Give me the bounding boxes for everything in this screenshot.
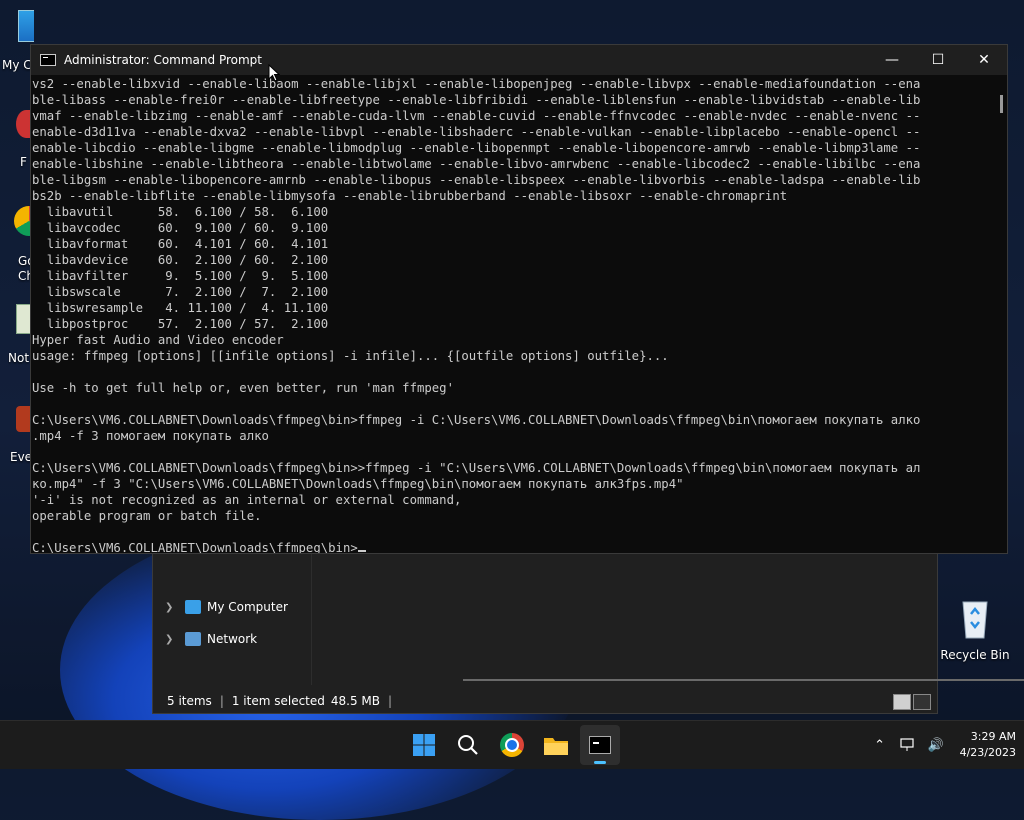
console-line: libpostproc 57. 2.100 / 57. 2.100 bbox=[32, 317, 329, 331]
monitor-icon bbox=[185, 600, 201, 614]
maximize-button[interactable]: ☐ bbox=[915, 45, 961, 75]
chevron-right-icon[interactable]: ❯ bbox=[165, 602, 175, 613]
command-prompt-window[interactable]: Administrator: Command Prompt — ☐ ✕ vs2 … bbox=[30, 44, 1008, 554]
system-tray: ⌃ 🔊 3:29 AM 4/23/2023 bbox=[866, 721, 1016, 769]
console-line: libswresample 4. 11.100 / 4. 11.100 bbox=[32, 301, 329, 315]
console-line: libavdevice 60. 2.100 / 60. 2.100 bbox=[32, 253, 329, 267]
network-icon[interactable] bbox=[894, 731, 922, 759]
window-title: Administrator: Command Prompt bbox=[64, 53, 262, 67]
explorer-nav-pane: ❯ My Computer ❯ Network bbox=[153, 553, 312, 685]
console-line: libavfilter 9. 5.100 / 9. 5.100 bbox=[32, 269, 329, 283]
taskbar-chrome[interactable] bbox=[492, 725, 532, 765]
horizontal-scrollbar[interactable] bbox=[463, 679, 1024, 681]
selected-size: 48.5 MB bbox=[330, 694, 381, 708]
console-line: ble-libgsm --enable-libopencore-amrnb --… bbox=[32, 173, 921, 187]
console-line: libavcodec 60. 9.100 / 60. 9.100 bbox=[32, 221, 329, 235]
console-line: bs2b --enable-libflite --enable-libmysof… bbox=[32, 189, 788, 203]
console-line: C:\Users\VM6.COLLABNET\Downloads\ffmpeg\… bbox=[32, 461, 921, 475]
console-line: vmaf --enable-libzimg --enable-amf --ena… bbox=[32, 109, 921, 123]
console-line: vs2 --enable-libxvid --enable-libaom --e… bbox=[32, 77, 921, 91]
file-explorer-icon bbox=[544, 738, 568, 755]
console-line: operable program or batch file. bbox=[32, 509, 262, 523]
text-cursor bbox=[357, 550, 366, 552]
command-prompt-icon bbox=[589, 736, 611, 754]
desktop-icon-google-chrome[interactable] bbox=[0, 206, 34, 236]
minimize-button[interactable]: — bbox=[869, 45, 915, 75]
nav-item-label: My Computer bbox=[207, 600, 288, 614]
nav-item-label: Network bbox=[207, 632, 258, 646]
console-line: enable-libshine --enable-libtheora --ena… bbox=[32, 157, 921, 171]
file-explorer-window: ❯ My Computer ❯ Network 5 items | 1 item… bbox=[152, 552, 1024, 714]
network-glyph-icon bbox=[899, 738, 914, 751]
search-icon bbox=[458, 735, 478, 755]
clock-date: 4/23/2023 bbox=[959, 746, 1016, 759]
network-icon bbox=[185, 632, 201, 646]
taskbar-apps bbox=[404, 721, 620, 769]
item-count: 5 items bbox=[167, 694, 212, 708]
window-controls: — ☐ ✕ bbox=[869, 45, 1007, 75]
desktop-icon-recycle-bin[interactable]: Recycle Bin bbox=[940, 596, 1010, 662]
status-separator: | bbox=[388, 694, 393, 708]
start-icon bbox=[413, 734, 435, 756]
chevron-up-icon[interactable]: ⌃ bbox=[866, 731, 894, 759]
console-line: enable-d3d11va --enable-dxva2 --enable-l… bbox=[32, 125, 921, 139]
console-line: usage: ffmpeg [options] [[infile options… bbox=[32, 349, 669, 363]
console-line: C:\Users\VM6.COLLABNET\Downloads\ffmpeg\… bbox=[32, 413, 921, 427]
cmd-title-bar[interactable]: Administrator: Command Prompt — ☐ ✕ bbox=[31, 45, 1007, 75]
command-prompt-icon bbox=[40, 54, 56, 66]
vertical-scrollbar-thumb[interactable] bbox=[1000, 95, 1003, 113]
recycle-bin-icon bbox=[962, 601, 988, 639]
volume-icon[interactable]: 🔊 bbox=[922, 731, 950, 759]
start-button[interactable] bbox=[404, 725, 444, 765]
search-button[interactable] bbox=[448, 725, 488, 765]
chevron-right-icon[interactable]: ❯ bbox=[165, 634, 175, 645]
console-line: Use -h to get full help or, even better,… bbox=[32, 381, 454, 395]
taskbar-command-prompt[interactable] bbox=[580, 725, 620, 765]
mouse-pointer-icon bbox=[268, 64, 280, 82]
desktop-icon-ffmpeg[interactable] bbox=[0, 110, 34, 138]
status-separator: | bbox=[219, 694, 224, 708]
explorer-status-bar: 5 items | 1 item selected 48.5 MB | bbox=[153, 689, 937, 713]
clock[interactable]: 3:29 AM 4/23/2023 bbox=[960, 729, 1016, 761]
selected-count: 1 item selected bbox=[231, 694, 325, 708]
desktop-icon-notepad[interactable] bbox=[0, 304, 34, 334]
view-toggle bbox=[893, 694, 931, 710]
desktop-icon-my-computer[interactable] bbox=[0, 10, 34, 42]
desktop-label-my-c: My C bbox=[2, 58, 32, 72]
console-line: .mp4 -f 3 помогаем покупать алко bbox=[32, 429, 269, 443]
console-line: '-i' is not recognized as an internal or… bbox=[32, 493, 462, 507]
chrome-icon bbox=[500, 733, 524, 757]
active-indicator bbox=[594, 761, 606, 764]
monitor-icon bbox=[18, 10, 34, 42]
desktop-icon-event[interactable] bbox=[0, 406, 34, 432]
console-line: libavformat 60. 4.101 / 60. 4.101 bbox=[32, 237, 329, 251]
console-line: C:\Users\VM6.COLLABNET\Downloads\ffmpeg\… bbox=[32, 540, 991, 553]
console-line: libavutil 58. 6.100 / 58. 6.100 bbox=[32, 205, 329, 219]
taskbar: ⌃ 🔊 3:29 AM 4/23/2023 bbox=[0, 720, 1024, 769]
console-line: enable-libcdio --enable-libgme --enable-… bbox=[32, 141, 921, 155]
console-line: ко.mp4" -f 3 "C:\Users\VM6.COLLABNET\Dow… bbox=[32, 477, 684, 491]
nav-item-my-computer[interactable]: ❯ My Computer bbox=[165, 597, 288, 617]
console-line: Hyper fast Audio and Video encoder bbox=[32, 333, 284, 347]
details-view-icon[interactable] bbox=[893, 694, 911, 710]
console-line: ble-libass --enable-frei0r --enable-libf… bbox=[32, 93, 921, 107]
recycle-bin-label: Recycle Bin bbox=[940, 648, 1010, 662]
console-line: libswscale 7. 2.100 / 7. 2.100 bbox=[32, 285, 329, 299]
tiles-view-icon[interactable] bbox=[913, 694, 931, 710]
clock-time: 3:29 AM bbox=[970, 730, 1016, 743]
taskbar-file-explorer[interactable] bbox=[536, 725, 576, 765]
close-button[interactable]: ✕ bbox=[961, 45, 1007, 75]
console-output[interactable]: vs2 --enable-libxvid --enable-libaom --e… bbox=[31, 76, 991, 553]
nav-item-network[interactable]: ❯ Network bbox=[165, 629, 257, 649]
